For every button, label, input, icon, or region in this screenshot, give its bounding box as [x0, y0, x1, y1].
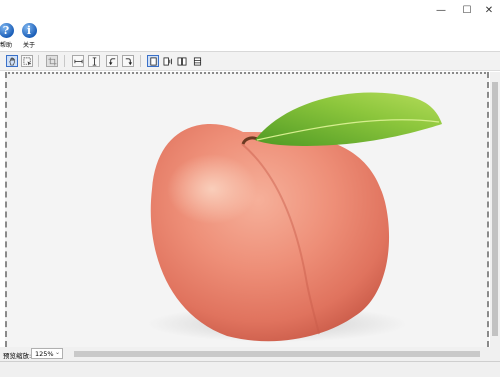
- page-with-sidebar-icon: [163, 56, 173, 66]
- crop-button[interactable]: [46, 55, 58, 67]
- vertical-scroll-thumb[interactable]: [492, 82, 498, 336]
- zoom-bar: 预览缩放: 125% ⌄: [0, 347, 500, 361]
- rotate-right-button[interactable]: [122, 55, 134, 67]
- page-list-button[interactable]: [191, 55, 203, 67]
- fit-width-button[interactable]: [72, 55, 84, 67]
- fit-height-button[interactable]: [88, 55, 100, 67]
- peach-with-leaf-image: [147, 92, 442, 342]
- single-page-button[interactable]: [147, 55, 159, 67]
- help-label: 帮助: [0, 42, 12, 49]
- help-icon: ?: [0, 23, 14, 38]
- single-page-icon: [149, 56, 157, 66]
- toolbar-separator: [38, 55, 39, 67]
- minimize-icon: —: [436, 4, 446, 16]
- page-with-sidebar-button[interactable]: [162, 55, 174, 67]
- main-toolbar: ? 帮助 i 关于: [0, 20, 500, 52]
- horizontal-scroll-thumb[interactable]: [74, 351, 480, 357]
- horizontal-scrollbar[interactable]: [66, 350, 490, 358]
- about-icon: i: [21, 23, 37, 38]
- maximize-icon: ☐: [462, 4, 472, 16]
- close-button[interactable]: ✕: [478, 0, 500, 20]
- zoom-label: 预览缩放:: [3, 352, 32, 360]
- about-label: 关于: [22, 42, 35, 49]
- fit-width-icon: [73, 59, 83, 63]
- title-bar: — ☐ ✕: [0, 0, 500, 20]
- rotate-left-button[interactable]: [106, 55, 118, 67]
- two-pages-icon: [177, 56, 187, 66]
- hand-pan-icon: [8, 57, 15, 65]
- toolbar-separator: [140, 55, 141, 67]
- select-region-button[interactable]: [21, 55, 33, 67]
- close-icon: ✕: [484, 4, 494, 16]
- zoom-value: 125%: [35, 349, 54, 358]
- minimize-button[interactable]: —: [430, 0, 452, 20]
- zoom-select[interactable]: 125% ⌄: [31, 348, 63, 359]
- peach-highlight: [167, 154, 257, 224]
- two-pages-button[interactable]: [176, 55, 188, 67]
- hand-pan-button[interactable]: [6, 55, 18, 67]
- peach-body: [150, 124, 390, 342]
- view-toolbar: [0, 52, 500, 71]
- select-region-icon: [23, 57, 31, 66]
- crop-icon: [47, 56, 57, 66]
- vertical-scrollbar[interactable]: [490, 72, 500, 348]
- image-preview-area[interactable]: [5, 72, 489, 347]
- about-button[interactable]: i 关于: [18, 23, 40, 50]
- toolbar-separator: [64, 55, 65, 67]
- maximize-button[interactable]: ☐: [456, 0, 478, 20]
- page-list-icon: [193, 56, 201, 66]
- help-button[interactable]: ? 帮助: [0, 23, 17, 50]
- peach-leaf: [255, 92, 442, 146]
- rotate-right-icon: [125, 57, 132, 65]
- chevron-down-icon: ⌄: [54, 349, 60, 356]
- fit-height-icon: [92, 56, 96, 66]
- rotate-left-icon: [108, 57, 115, 65]
- bottom-strip: [0, 361, 500, 377]
